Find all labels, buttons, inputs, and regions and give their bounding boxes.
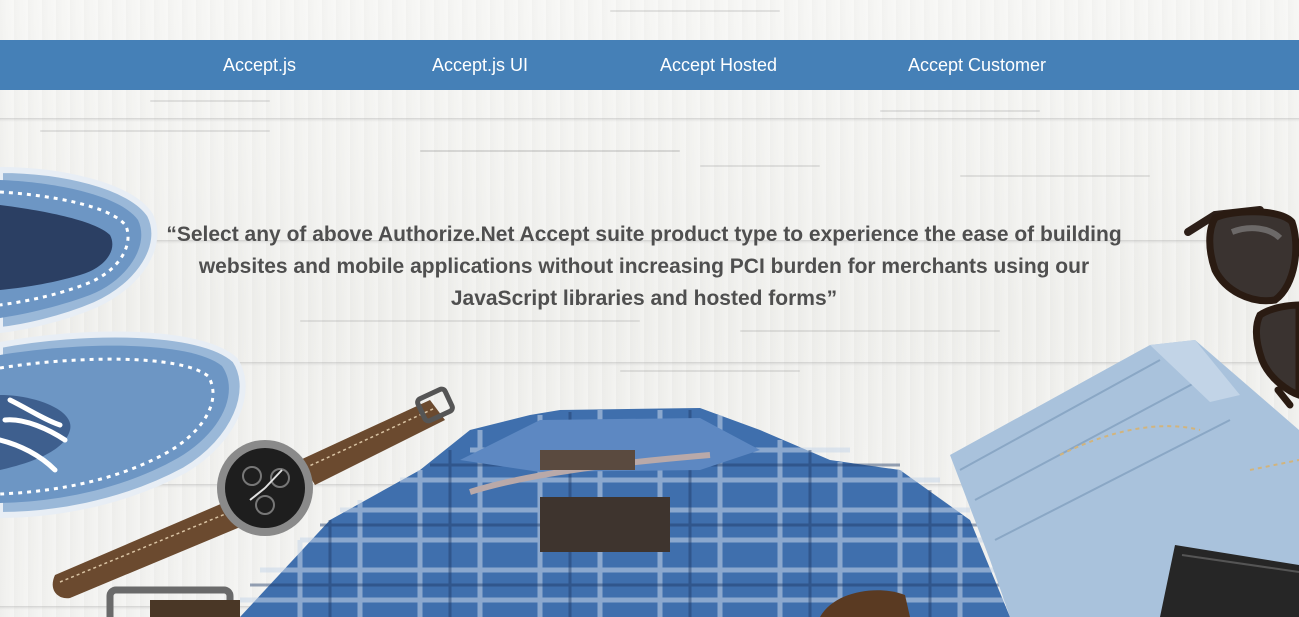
nav-item-accept-hosted[interactable]: Accept Hosted [660, 40, 777, 90]
blue-shoe-bottom [0, 331, 246, 519]
nav-item-accept-js[interactable]: Accept.js [223, 40, 296, 90]
hero-quote: “Select any of above Authorize.Net Accep… [166, 223, 1122, 310]
nav-item-accept-customer[interactable]: Accept Customer [908, 40, 1046, 90]
belt-buckle [106, 586, 240, 617]
nav-item-accept-js-ui[interactable]: Accept.js UI [432, 40, 528, 90]
blue-shoe-top [0, 166, 158, 334]
product-nav-bar: Accept.js Accept.js UI Accept Hosted Acc… [0, 40, 1299, 90]
